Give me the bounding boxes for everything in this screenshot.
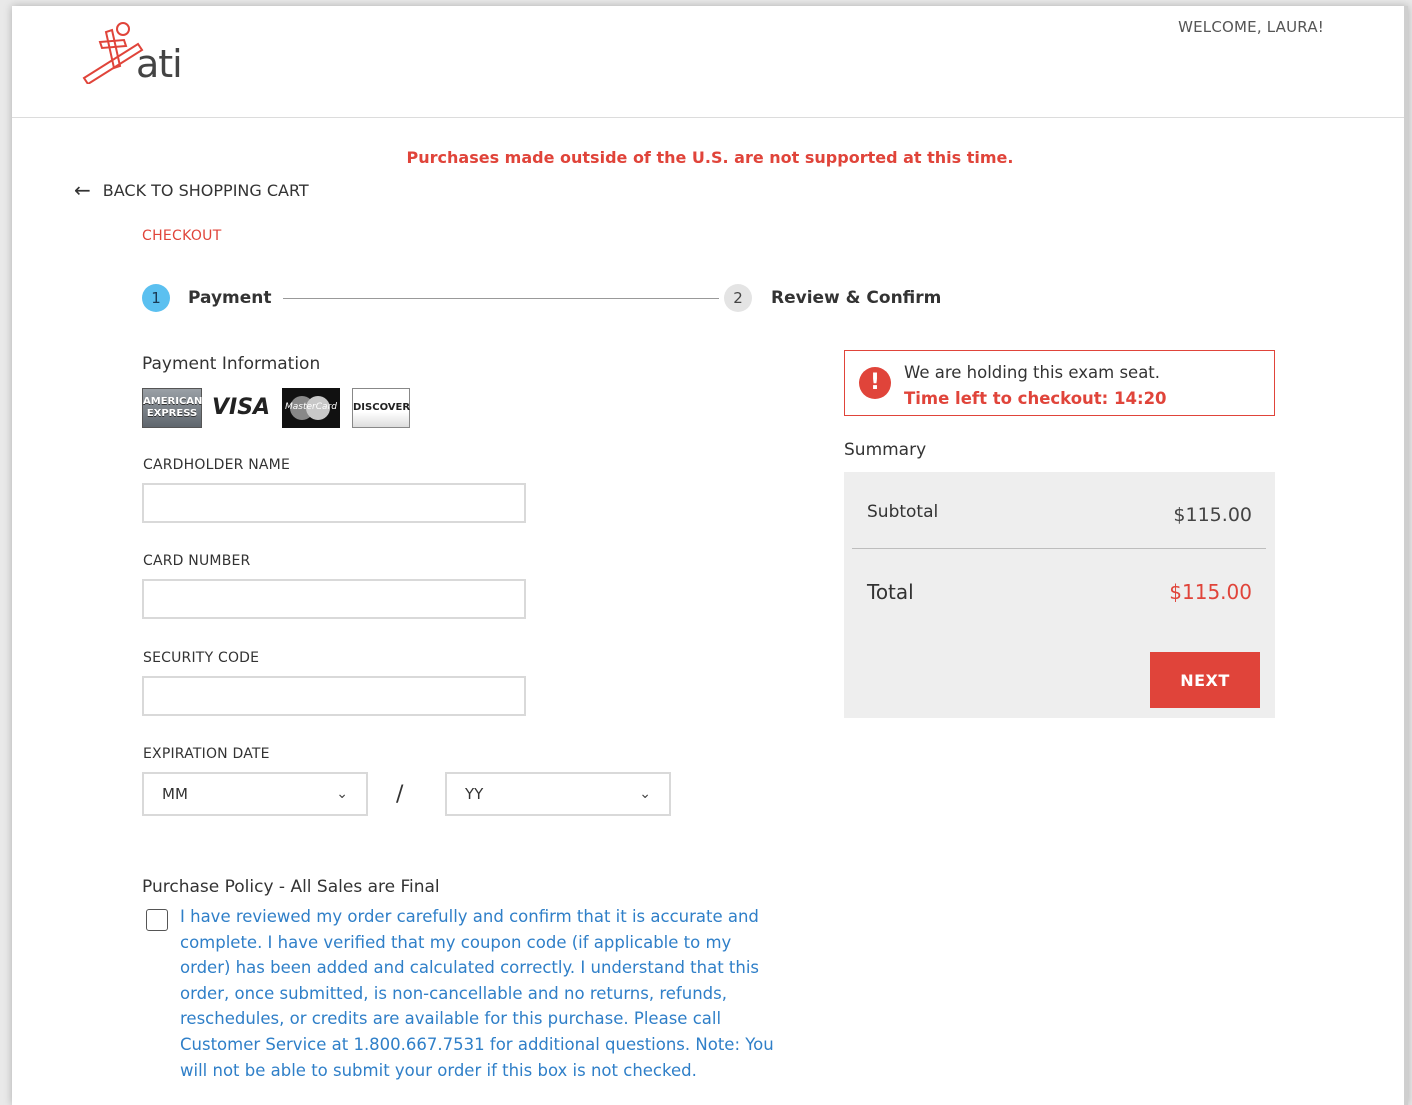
policy-agree-checkbox[interactable] bbox=[146, 909, 168, 931]
order-summary: Subtotal $115.00 Total $115.00 NEXT bbox=[844, 472, 1275, 718]
us-only-notice: Purchases made outside of the U.S. are n… bbox=[406, 148, 1014, 167]
year-selected-value: YY bbox=[465, 785, 484, 803]
visa-logo: VISA bbox=[212, 395, 271, 420]
month-selected-value: MM bbox=[162, 785, 188, 803]
total-label: Total bbox=[867, 580, 914, 604]
arrow-left-icon: ← bbox=[74, 178, 91, 202]
ati-logo[interactable]: ati bbox=[80, 20, 210, 90]
expiration-year-select[interactable]: YY ⌄ bbox=[445, 772, 671, 816]
hold-message: We are holding this exam seat. bbox=[904, 363, 1161, 382]
back-to-cart-link[interactable]: ← BACK TO SHOPPING CART bbox=[74, 180, 309, 200]
checkout-heading: CHECKOUT bbox=[142, 228, 222, 244]
security-code-label: SECURITY CODE bbox=[143, 650, 260, 666]
mastercard-text: MasterCard bbox=[285, 402, 337, 412]
purchase-policy-title: Purchase Policy - All Sales are Final bbox=[142, 877, 440, 897]
summary-heading: Summary bbox=[844, 440, 927, 460]
date-separator: / bbox=[396, 782, 404, 807]
seat-hold-alert: ! We are holding this exam seat. Time le… bbox=[844, 350, 1275, 416]
card-number-label: CARD NUMBER bbox=[143, 553, 251, 569]
card-number-input[interactable] bbox=[142, 579, 526, 619]
policy-agree-label[interactable]: I have reviewed my order carefully and c… bbox=[180, 904, 784, 1083]
step-review-label: Review & Confirm bbox=[771, 288, 942, 308]
welcome-message[interactable]: WELCOME, LAURA! bbox=[1178, 18, 1324, 36]
amex-logo: AMERICAN EXPRESS bbox=[142, 388, 202, 428]
chevron-down-icon: ⌄ bbox=[639, 786, 651, 802]
scrollbar[interactable] bbox=[1404, 6, 1408, 1105]
security-code-input[interactable] bbox=[142, 676, 526, 716]
total-value: $115.00 bbox=[1169, 580, 1252, 604]
mastercard-logo: MasterCard bbox=[282, 388, 340, 428]
header: ati WELCOME, LAURA! bbox=[12, 6, 1408, 118]
summary-divider bbox=[852, 548, 1266, 549]
subtotal-label: Subtotal bbox=[867, 502, 939, 522]
amex-text: AMERICAN EXPRESS bbox=[143, 396, 203, 419]
checkout-timer: Time left to checkout: 14:20 bbox=[904, 389, 1167, 408]
next-button[interactable]: NEXT bbox=[1150, 652, 1260, 708]
checkout-stepper: 1 Payment 2 Review & Confirm bbox=[142, 284, 942, 314]
expiration-date-label: EXPIRATION DATE bbox=[143, 746, 270, 762]
discover-logo: DISCOVER bbox=[352, 388, 410, 428]
chevron-down-icon: ⌄ bbox=[336, 786, 348, 802]
step-2-number: 2 bbox=[724, 284, 752, 312]
step-payment-label: Payment bbox=[188, 288, 272, 308]
step-1-number: 1 bbox=[142, 284, 170, 312]
payment-info-heading: Payment Information bbox=[142, 354, 321, 374]
checkout-page: ati WELCOME, LAURA! Purchases made outsi… bbox=[12, 6, 1408, 1105]
back-link-label: BACK TO SHOPPING CART bbox=[102, 180, 309, 200]
logo-text: ati bbox=[136, 42, 183, 86]
cardholder-name-input[interactable] bbox=[142, 483, 526, 523]
expiration-month-select[interactable]: MM ⌄ bbox=[142, 772, 368, 816]
cardholder-name-label: CARDHOLDER NAME bbox=[143, 457, 290, 473]
exclamation-icon: ! bbox=[859, 367, 891, 399]
subtotal-value: $115.00 bbox=[1173, 504, 1252, 526]
stepper-line bbox=[283, 298, 719, 299]
